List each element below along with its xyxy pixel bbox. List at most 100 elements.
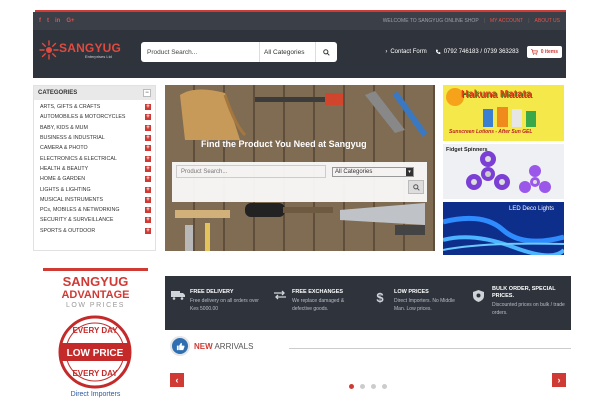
category-label: ELECTRONICS & ELECTRICAL xyxy=(40,155,117,162)
category-item[interactable]: BABY, KIDS & MUM + xyxy=(34,123,155,133)
linkedin-icon[interactable]: in xyxy=(55,18,60,24)
feature-desc: Direct Importers. No Middle Man. Low pri… xyxy=(394,298,455,312)
collapse-icon[interactable]: − xyxy=(143,89,151,97)
plus-icon[interactable]: + xyxy=(145,165,151,172)
phone-numbers: 0792 746183 / 0739 363283 xyxy=(443,49,519,55)
hero-title: Find the Product You Need at Sangyug xyxy=(201,139,367,149)
fidget-spinner-banner[interactable]: Fidget Spinners xyxy=(443,144,564,199)
cart-count: 0 items xyxy=(540,49,558,55)
hero-search-button[interactable] xyxy=(408,180,424,194)
category-item[interactable]: BUSINESS & INDUSTRIAL + xyxy=(34,133,155,143)
plus-icon[interactable]: + xyxy=(145,114,151,121)
categories-sidebar: CATEGORIES − ARTS, GIFTS & CRAFTS + AUTOM… xyxy=(33,85,156,251)
plus-icon[interactable]: + xyxy=(145,124,151,131)
phone-info: 0792 746183 / 0739 363283 xyxy=(435,49,519,55)
chevron-right-icon: › xyxy=(385,49,388,55)
category-item[interactable]: ARTS, GIFTS & CRAFTS + xyxy=(34,102,155,112)
advantage-ad[interactable]: SANGYUG ADVANTAGE LOW PRICES EVERY DAY L… xyxy=(40,268,151,400)
plus-icon[interactable]: + xyxy=(145,176,151,183)
contact-label: Contact Form xyxy=(390,49,427,55)
carousel-dot[interactable] xyxy=(371,384,376,389)
category-item[interactable]: ELECTRONICS & ELECTRICAL + xyxy=(34,153,155,163)
divider: | xyxy=(528,18,530,24)
sunscreen-banner[interactable]: Hakuna Matata Sunscreen Lotions - After … xyxy=(443,85,564,141)
search-icon xyxy=(412,183,420,191)
category-item[interactable]: AUTOMOBILES & MOTORCYCLES + xyxy=(34,112,155,122)
brand-name: SANGYUG xyxy=(59,41,122,55)
badge-icon xyxy=(473,290,484,302)
facebook-icon[interactable]: f xyxy=(39,18,41,24)
hero-category-select[interactable]: All Categories ▾ xyxy=(332,167,414,177)
category-label: SPORTS & OUTDOOR xyxy=(40,227,96,234)
top-links: WELCOME TO SANGYUG ONLINE SHOP | MY ACCO… xyxy=(383,18,560,24)
truck-icon xyxy=(171,291,185,300)
section-title-new: NEW xyxy=(194,342,213,351)
seal-top-text: EVERY DAY xyxy=(72,326,118,335)
welcome-text: WELCOME TO SANGYUG ONLINE SHOP xyxy=(382,18,479,24)
categories-title: CATEGORIES xyxy=(38,90,78,96)
logo[interactable]: SANGYUG Enterprises Ltd xyxy=(39,40,149,68)
category-item[interactable]: SECURITY & SURVEILLANCE + xyxy=(34,215,155,225)
plus-icon[interactable]: + xyxy=(145,135,151,142)
category-item[interactable]: LIGHTS & LIGHTING + xyxy=(34,184,155,194)
feature-desc: We replace damaged & defective goods. xyxy=(292,298,345,312)
category-item[interactable]: PCs, MOBILES & NETWORKING + xyxy=(34,205,155,215)
svg-text:$: $ xyxy=(376,290,384,304)
cart-button[interactable]: 0 items xyxy=(526,46,562,58)
plus-icon[interactable]: + xyxy=(145,227,151,234)
plus-icon[interactable]: + xyxy=(145,186,151,193)
feature-bulk-order: BULK ORDER, SPECIAL PRICES. Discounted p… xyxy=(467,276,571,330)
twitter-icon[interactable]: t xyxy=(47,18,49,24)
hero-search-input[interactable]: Product Search... xyxy=(176,165,326,178)
category-label: HEALTH & BEAUTY xyxy=(40,165,89,172)
next-arrow-button[interactable]: › xyxy=(552,373,566,387)
feature-title: BULK ORDER, SPECIAL PRICES. xyxy=(492,286,556,299)
plus-icon[interactable]: + xyxy=(145,145,151,152)
carousel-dot[interactable] xyxy=(382,384,387,389)
category-select[interactable]: All Categories xyxy=(259,42,315,62)
ad-line-2: ADVANTAGE xyxy=(61,289,130,301)
plus-icon[interactable]: + xyxy=(145,104,151,111)
plus-icon[interactable]: + xyxy=(145,217,151,224)
feature-desc: Discounted prices on bulk / trade orders… xyxy=(492,302,565,316)
prev-arrow-button[interactable]: ‹ xyxy=(170,373,184,387)
category-item[interactable]: HEALTH & BEAUTY + xyxy=(34,164,155,174)
sun-logo-icon xyxy=(39,40,59,60)
search-button[interactable] xyxy=(315,42,337,62)
cart-icon xyxy=(530,49,538,55)
category-item[interactable]: CAMERA & PHOTO + xyxy=(34,143,155,153)
dropdown-icon: ▾ xyxy=(406,168,413,176)
divider: | xyxy=(483,18,485,24)
about-us-link[interactable]: ABOUT US xyxy=(535,18,560,24)
plus-icon[interactable]: + xyxy=(145,196,151,203)
carousel-dot-active[interactable] xyxy=(349,384,354,389)
thumbs-up-icon xyxy=(176,342,185,350)
ad-line-1: SANGYUG xyxy=(62,274,129,289)
feature-title: FREE DELIVERY xyxy=(190,289,234,295)
search-input[interactable] xyxy=(141,42,259,62)
social-links: f t in G+ xyxy=(39,18,75,24)
feature-free-delivery: FREE DELIVERY Free delivery on all order… xyxy=(165,276,267,330)
carousel-dots xyxy=(349,384,387,389)
header-search: All Categories xyxy=(141,42,337,62)
plus-icon[interactable]: + xyxy=(145,207,151,214)
banner-title: Fidget Spinners xyxy=(446,147,488,153)
new-arrivals-badge xyxy=(170,336,190,356)
carousel-dot[interactable] xyxy=(360,384,365,389)
led-lights-banner[interactable]: LED Deco Lights xyxy=(443,202,564,255)
my-account-link[interactable]: MY ACCOUNT xyxy=(490,18,523,24)
category-label: HOME & GARDEN xyxy=(40,176,86,183)
seal-mid-text: LOW PRICE xyxy=(67,348,124,359)
exchange-icon xyxy=(274,290,286,300)
category-item[interactable]: HOME & GARDEN + xyxy=(34,174,155,184)
plus-icon[interactable]: + xyxy=(145,155,151,162)
section-title-label: ARRIVALS xyxy=(214,342,254,351)
category-label: LIGHTS & LIGHTING xyxy=(40,186,91,193)
contact-form-link[interactable]: › Contact Form xyxy=(385,49,426,55)
category-item[interactable]: MUSICAL INSTRUMENTS + xyxy=(34,195,155,205)
category-label: BABY, KIDS & MUM xyxy=(40,124,88,131)
category-item[interactable]: SPORTS & OUTDOOR + xyxy=(34,226,155,236)
search-icon xyxy=(323,48,330,56)
google-plus-icon[interactable]: G+ xyxy=(66,18,74,24)
category-list: ARTS, GIFTS & CRAFTS + AUTOMOBILES & MOTO… xyxy=(34,100,155,238)
